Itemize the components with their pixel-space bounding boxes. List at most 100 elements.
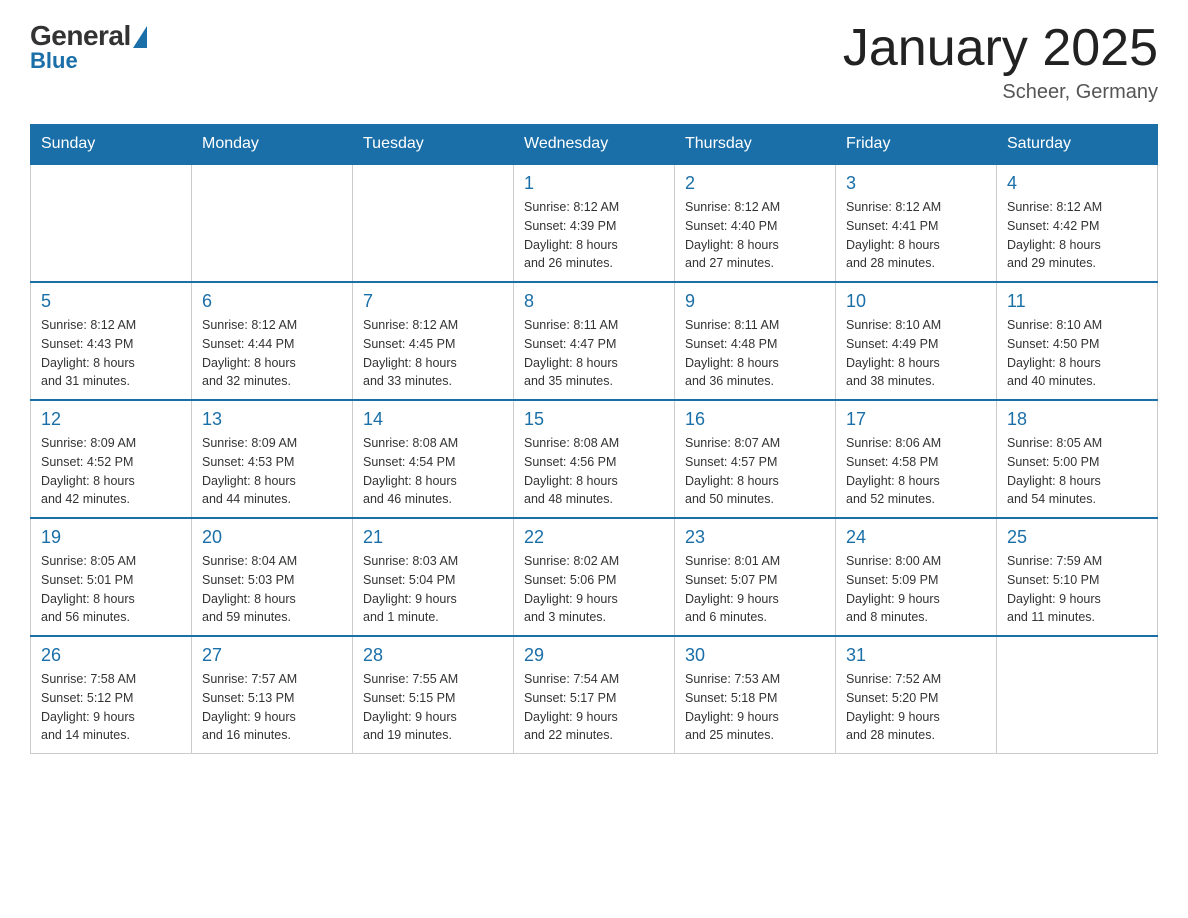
day-info: Sunrise: 8:12 AM Sunset: 4:45 PM Dayligh… [363,316,503,391]
day-number: 10 [846,291,986,312]
calendar-cell: 9Sunrise: 8:11 AM Sunset: 4:48 PM Daylig… [675,282,836,400]
calendar-cell [997,636,1158,754]
calendar-header-friday: Friday [836,125,997,165]
week-row-2: 5 Sunrise: 8:12 AM Sunset: 4:43 PM Daylig… [31,282,1158,400]
day-info: Sunrise: 8:09 AM Sunset: 4:52 PM Dayligh… [41,434,181,509]
calendar-cell: 4 Sunrise: 8:12 AM Sunset: 4:42 PM Daylig… [997,164,1158,282]
calendar-cell: 18 Sunrise: 8:05 AM Sunset: 5:00 PM Dayli… [997,400,1158,518]
calendar-header-tuesday: Tuesday [353,125,514,165]
calendar-cell: 29 Sunrise: 7:54 AM Sunset: 5:17 PM Dayli… [514,636,675,754]
day-number: 30 [685,645,825,666]
day-info: Sunrise: 8:12 AM Sunset: 4:44 PM Dayligh… [202,316,342,391]
week-row-4: 19 Sunrise: 8:05 AM Sunset: 5:01 PM Dayli… [31,518,1158,636]
day-info: Sunrise: 8:05 AM Sunset: 5:01 PM Dayligh… [41,552,181,627]
calendar-cell: 5 Sunrise: 8:12 AM Sunset: 4:43 PM Daylig… [31,282,192,400]
calendar-cell: 12 Sunrise: 8:09 AM Sunset: 4:52 PM Dayli… [31,400,192,518]
day-number: 7 [363,291,503,312]
logo-triangle-icon [133,26,147,48]
day-number: 25 [1007,527,1147,548]
calendar-cell: 14 Sunrise: 8:08 AM Sunset: 4:54 PM Dayli… [353,400,514,518]
title-area: January 2025 Scheer, Germany [843,20,1158,104]
calendar-cell: 6Sunrise: 8:12 AM Sunset: 4:44 PM Daylig… [192,282,353,400]
day-number: 21 [363,527,503,548]
calendar-header-thursday: Thursday [675,125,836,165]
logo: General Blue [30,20,147,74]
day-number: 18 [1007,409,1147,430]
day-info: Sunrise: 7:59 AM Sunset: 5:10 PM Dayligh… [1007,552,1147,627]
day-number: 28 [363,645,503,666]
day-info: Sunrise: 8:09 AM Sunset: 4:53 PM Dayligh… [202,434,342,509]
page-header: General Blue January 2025 Scheer, German… [30,20,1158,104]
day-info: Sunrise: 8:02 AM Sunset: 5:06 PM Dayligh… [524,552,664,627]
month-title: January 2025 [843,20,1158,77]
day-info: Sunrise: 8:08 AM Sunset: 4:56 PM Dayligh… [524,434,664,509]
calendar-cell: 25 Sunrise: 7:59 AM Sunset: 5:10 PM Dayli… [997,518,1158,636]
day-info: Sunrise: 7:57 AM Sunset: 5:13 PM Dayligh… [202,670,342,745]
calendar-cell: 11Sunrise: 8:10 AM Sunset: 4:50 PM Dayli… [997,282,1158,400]
week-row-3: 12 Sunrise: 8:09 AM Sunset: 4:52 PM Dayli… [31,400,1158,518]
calendar-cell: 27Sunrise: 7:57 AM Sunset: 5:13 PM Dayli… [192,636,353,754]
day-info: Sunrise: 8:12 AM Sunset: 4:40 PM Dayligh… [685,198,825,273]
day-info: Sunrise: 8:11 AM Sunset: 4:47 PM Dayligh… [524,316,664,391]
day-number: 29 [524,645,664,666]
day-info: Sunrise: 8:05 AM Sunset: 5:00 PM Dayligh… [1007,434,1147,509]
calendar-cell: 19 Sunrise: 8:05 AM Sunset: 5:01 PM Dayli… [31,518,192,636]
day-info: Sunrise: 8:12 AM Sunset: 4:39 PM Dayligh… [524,198,664,273]
day-number: 23 [685,527,825,548]
calendar-header-sunday: Sunday [31,125,192,165]
day-info: Sunrise: 7:53 AM Sunset: 5:18 PM Dayligh… [685,670,825,745]
calendar-cell: 17Sunrise: 8:06 AM Sunset: 4:58 PM Dayli… [836,400,997,518]
day-info: Sunrise: 7:54 AM Sunset: 5:17 PM Dayligh… [524,670,664,745]
day-number: 2 [685,173,825,194]
day-number: 4 [1007,173,1147,194]
day-info: Sunrise: 8:12 AM Sunset: 4:41 PM Dayligh… [846,198,986,273]
calendar-cell: 22 Sunrise: 8:02 AM Sunset: 5:06 PM Dayli… [514,518,675,636]
calendar-cell [192,164,353,282]
calendar-header-saturday: Saturday [997,125,1158,165]
day-number: 5 [41,291,181,312]
day-info: Sunrise: 8:12 AM Sunset: 4:42 PM Dayligh… [1007,198,1147,273]
day-number: 16 [685,409,825,430]
calendar-cell: 10 Sunrise: 8:10 AM Sunset: 4:49 PM Dayli… [836,282,997,400]
logo-blue-text: Blue [30,48,78,74]
calendar-cell [31,164,192,282]
calendar-header-wednesday: Wednesday [514,125,675,165]
week-row-5: 26Sunrise: 7:58 AM Sunset: 5:12 PM Dayli… [31,636,1158,754]
day-info: Sunrise: 8:01 AM Sunset: 5:07 PM Dayligh… [685,552,825,627]
day-number: 22 [524,527,664,548]
day-info: Sunrise: 7:55 AM Sunset: 5:15 PM Dayligh… [363,670,503,745]
day-info: Sunrise: 8:12 AM Sunset: 4:43 PM Dayligh… [41,316,181,391]
day-info: Sunrise: 8:08 AM Sunset: 4:54 PM Dayligh… [363,434,503,509]
day-info: Sunrise: 8:03 AM Sunset: 5:04 PM Dayligh… [363,552,503,627]
calendar-cell: 15Sunrise: 8:08 AM Sunset: 4:56 PM Dayli… [514,400,675,518]
day-number: 24 [846,527,986,548]
calendar-cell [353,164,514,282]
day-info: Sunrise: 8:00 AM Sunset: 5:09 PM Dayligh… [846,552,986,627]
calendar-table: SundayMondayTuesdayWednesdayThursdayFrid… [30,124,1158,754]
calendar-cell: 24 Sunrise: 8:00 AM Sunset: 5:09 PM Dayli… [836,518,997,636]
day-info: Sunrise: 8:11 AM Sunset: 4:48 PM Dayligh… [685,316,825,391]
day-number: 12 [41,409,181,430]
day-info: Sunrise: 8:07 AM Sunset: 4:57 PM Dayligh… [685,434,825,509]
calendar-cell: 28 Sunrise: 7:55 AM Sunset: 5:15 PM Dayli… [353,636,514,754]
calendar-header-row: SundayMondayTuesdayWednesdayThursdayFrid… [31,125,1158,165]
day-number: 1 [524,173,664,194]
calendar-cell: 8Sunrise: 8:11 AM Sunset: 4:47 PM Daylig… [514,282,675,400]
calendar-cell: 16 Sunrise: 8:07 AM Sunset: 4:57 PM Dayli… [675,400,836,518]
calendar-cell: 31 Sunrise: 7:52 AM Sunset: 5:20 PM Dayli… [836,636,997,754]
day-number: 31 [846,645,986,666]
calendar-cell: 30 Sunrise: 7:53 AM Sunset: 5:18 PM Dayli… [675,636,836,754]
day-info: Sunrise: 8:06 AM Sunset: 4:58 PM Dayligh… [846,434,986,509]
calendar-cell: 20Sunrise: 8:04 AM Sunset: 5:03 PM Dayli… [192,518,353,636]
week-row-1: 1 Sunrise: 8:12 AM Sunset: 4:39 PM Daylig… [31,164,1158,282]
day-number: 3 [846,173,986,194]
day-info: Sunrise: 8:04 AM Sunset: 5:03 PM Dayligh… [202,552,342,627]
calendar-cell: 7 Sunrise: 8:12 AM Sunset: 4:45 PM Daylig… [353,282,514,400]
day-number: 14 [363,409,503,430]
day-info: Sunrise: 7:52 AM Sunset: 5:20 PM Dayligh… [846,670,986,745]
day-info: Sunrise: 8:10 AM Sunset: 4:49 PM Dayligh… [846,316,986,391]
day-number: 19 [41,527,181,548]
calendar-cell: 1 Sunrise: 8:12 AM Sunset: 4:39 PM Daylig… [514,164,675,282]
calendar-cell: 26Sunrise: 7:58 AM Sunset: 5:12 PM Dayli… [31,636,192,754]
calendar-cell: 13Sunrise: 8:09 AM Sunset: 4:53 PM Dayli… [192,400,353,518]
